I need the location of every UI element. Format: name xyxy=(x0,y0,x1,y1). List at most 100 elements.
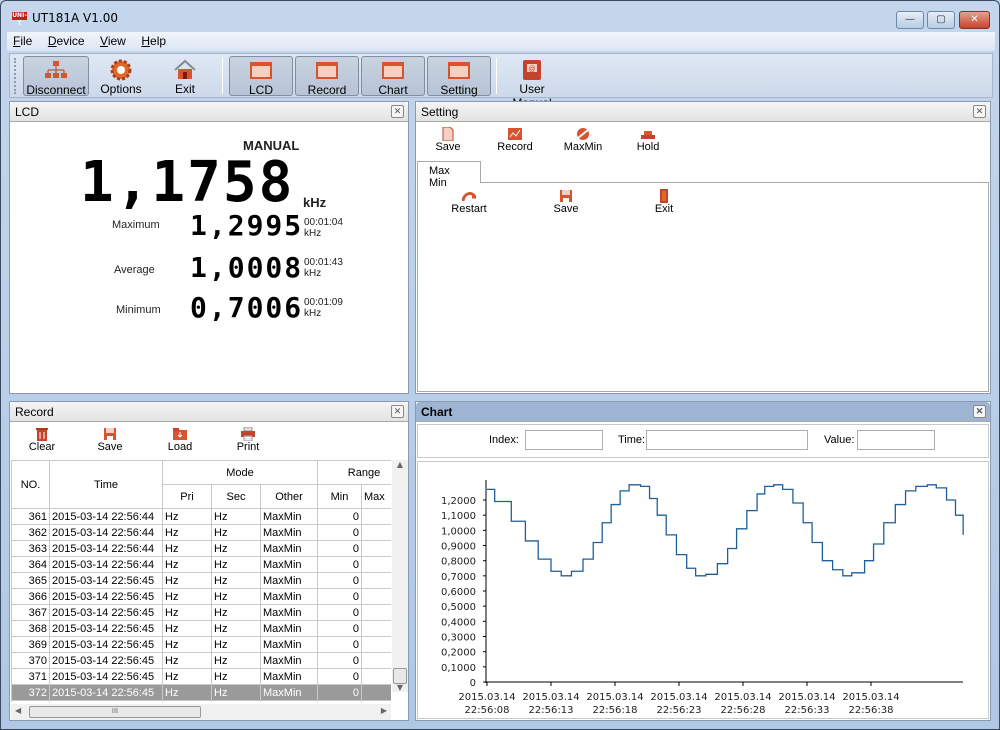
col-max[interactable]: Max xyxy=(361,484,391,509)
col-other[interactable]: Other xyxy=(260,484,318,509)
table-row[interactable]: 365 2015-03-14 22:56:45 Hz Hz MaxMin 0 xyxy=(11,572,391,589)
setting-panel-title: Setting xyxy=(421,105,459,119)
table-row[interactable]: 369 2015-03-14 22:56:45 Hz Hz MaxMin 0 xyxy=(11,636,391,653)
scroll-right-arrow-icon[interactable]: ▶ xyxy=(381,706,387,715)
setting-hold-label: Hold xyxy=(636,141,660,153)
exit-label: Exit xyxy=(174,82,195,96)
restart-button[interactable]: Restart xyxy=(446,189,492,215)
toolbar-grip[interactable] xyxy=(14,58,17,94)
table-row[interactable]: 361 2015-03-14 22:56:44 Hz Hz MaxMin 0 xyxy=(11,508,391,525)
table-row[interactable]: 368 2015-03-14 22:56:45 Hz Hz MaxMin 0 xyxy=(11,620,391,637)
scroll-down-arrow-icon[interactable]: ▼ xyxy=(392,683,408,692)
minimize-button[interactable]: — xyxy=(896,11,924,29)
x-tick-time-label: 22:56:13 xyxy=(529,705,574,716)
table-row[interactable]: 370 2015-03-14 22:56:45 Hz Hz MaxMin 0 xyxy=(11,652,391,669)
cell-pri: Hz xyxy=(162,588,212,605)
cell-other: MaxMin xyxy=(260,636,318,653)
menu-file[interactable]: File xyxy=(7,32,38,50)
x-tick-date-label: 2015.03.14 xyxy=(458,692,515,703)
maxmin-exit-button[interactable]: Exit xyxy=(644,189,684,215)
user-manual-button[interactable]: @ User Manual xyxy=(500,56,564,110)
col-min[interactable]: Min xyxy=(317,484,362,509)
cell-max xyxy=(361,636,391,653)
cell-time: 2015-03-14 22:56:45 xyxy=(49,604,163,621)
table-row[interactable]: 363 2015-03-14 22:56:44 Hz Hz MaxMin 0 xyxy=(11,540,391,557)
col-no[interactable]: NO. xyxy=(11,460,50,509)
setting-hold-button[interactable]: Hold xyxy=(628,127,668,153)
cell-no: 364 xyxy=(11,556,50,573)
menu-device[interactable]: Device xyxy=(42,32,91,50)
options-button[interactable]: Options xyxy=(96,56,146,96)
disconnect-button[interactable]: Disconnect xyxy=(23,56,89,97)
table-row[interactable]: 362 2015-03-14 22:56:44 Hz Hz MaxMin 0 xyxy=(11,524,391,541)
cell-time: 2015-03-14 22:56:45 xyxy=(49,652,163,669)
lcd-panel-close-button[interactable]: ✕ xyxy=(391,105,404,118)
maximize-button[interactable]: ▢ xyxy=(927,11,955,29)
setting-maxmin-label: MaxMin xyxy=(563,141,603,153)
menu-bar: File Device View Help xyxy=(7,32,995,51)
cell-min: 0 xyxy=(317,556,362,573)
setting-panel-close-button[interactable]: ✕ xyxy=(973,105,986,118)
record-print-button[interactable]: Print xyxy=(228,426,268,453)
setting-view-button[interactable]: Setting xyxy=(427,56,491,97)
record-load-button[interactable]: Load xyxy=(160,427,200,453)
chart-svg: 0 0,1000 0,2000 0,3000 0,4000 0,5000 0,6000 0,7… xyxy=(441,480,964,716)
cell-max xyxy=(361,524,391,541)
vertical-scrollbar[interactable]: ▲ ▼ xyxy=(392,460,408,692)
cell-pri: Hz xyxy=(162,652,212,669)
menu-view[interactable]: View xyxy=(94,32,132,50)
table-row[interactable]: 366 2015-03-14 22:56:45 Hz Hz MaxMin 0 xyxy=(11,588,391,605)
y-tick-label: 0,2000 xyxy=(441,648,476,659)
table-row[interactable]: 372 2015-03-14 22:56:45 Hz Hz MaxMin 0 xyxy=(11,684,391,701)
chart-panel-close-button[interactable]: ✕ xyxy=(973,405,986,418)
close-button[interactable]: ✕ xyxy=(959,11,990,29)
record-label: Record xyxy=(307,83,347,97)
horizontal-scrollbar[interactable]: ◀ III ▶ xyxy=(11,704,391,720)
tab-max-min[interactable]: Max Min xyxy=(417,161,481,189)
time-field[interactable] xyxy=(646,430,808,450)
scroll-up-arrow-icon[interactable]: ▲ xyxy=(392,460,408,469)
setting-save-button[interactable]: Save xyxy=(428,126,468,153)
chart-panel-title: Chart xyxy=(421,405,453,419)
chart-view-button[interactable]: Chart xyxy=(361,56,425,97)
table-row[interactable]: 364 2015-03-14 22:56:44 Hz Hz MaxMin 0 xyxy=(11,556,391,573)
cell-other: MaxMin xyxy=(260,588,318,605)
window-title: UT181A V1.00 xyxy=(32,11,118,25)
empty-cell xyxy=(11,700,50,702)
gear-icon xyxy=(110,59,132,81)
menu-help[interactable]: Help xyxy=(135,32,172,50)
cell-time: 2015-03-14 22:56:44 xyxy=(49,508,163,525)
maxmin-save-button[interactable]: Save xyxy=(546,189,586,215)
exit-button[interactable]: Exit xyxy=(162,56,208,96)
horizontal-scroll-thumb[interactable]: III xyxy=(29,706,201,718)
setting-maxmin-button[interactable]: MaxMin xyxy=(560,127,606,153)
average-unit: kHz xyxy=(304,268,322,279)
lcd-main-value: 1,1758 xyxy=(80,150,295,215)
index-field[interactable] xyxy=(525,430,603,450)
restart-label: Restart xyxy=(451,203,487,215)
record-panel-close-button[interactable]: ✕ xyxy=(391,405,404,418)
chart-plot-area[interactable]: 0 0,1000 0,2000 0,3000 0,4000 0,5000 0,6000 0,7… xyxy=(417,461,989,719)
vertical-scroll-thumb[interactable] xyxy=(393,668,407,684)
col-range[interactable]: Range xyxy=(317,460,391,485)
minimum-time: 00:01:09 xyxy=(304,297,343,308)
col-pri[interactable]: Pri xyxy=(162,484,212,509)
col-mode[interactable]: Mode xyxy=(162,460,318,485)
cell-sec: Hz xyxy=(211,588,261,605)
record-clear-button[interactable]: Clear xyxy=(22,427,62,453)
door-exit-icon xyxy=(657,189,671,203)
setting-record-button[interactable]: Record xyxy=(492,127,538,153)
record-view-button[interactable]: Record xyxy=(295,56,359,97)
col-sec[interactable]: Sec xyxy=(211,484,261,509)
cell-time: 2015-03-14 22:56:45 xyxy=(49,588,163,605)
record-save-button[interactable]: Save xyxy=(90,427,130,453)
table-row[interactable]: 371 2015-03-14 22:56:45 Hz Hz MaxMin 0 xyxy=(11,668,391,685)
lcd-view-button[interactable]: LCD xyxy=(229,56,293,97)
empty-cell xyxy=(260,700,318,702)
scroll-left-arrow-icon[interactable]: ◀ xyxy=(15,706,21,715)
value-field[interactable] xyxy=(857,430,935,450)
record-load-label: Load xyxy=(167,441,193,453)
lcd-label: LCD xyxy=(248,83,273,97)
table-row[interactable]: 367 2015-03-14 22:56:45 Hz Hz MaxMin 0 xyxy=(11,604,391,621)
col-time[interactable]: Time xyxy=(49,460,163,509)
